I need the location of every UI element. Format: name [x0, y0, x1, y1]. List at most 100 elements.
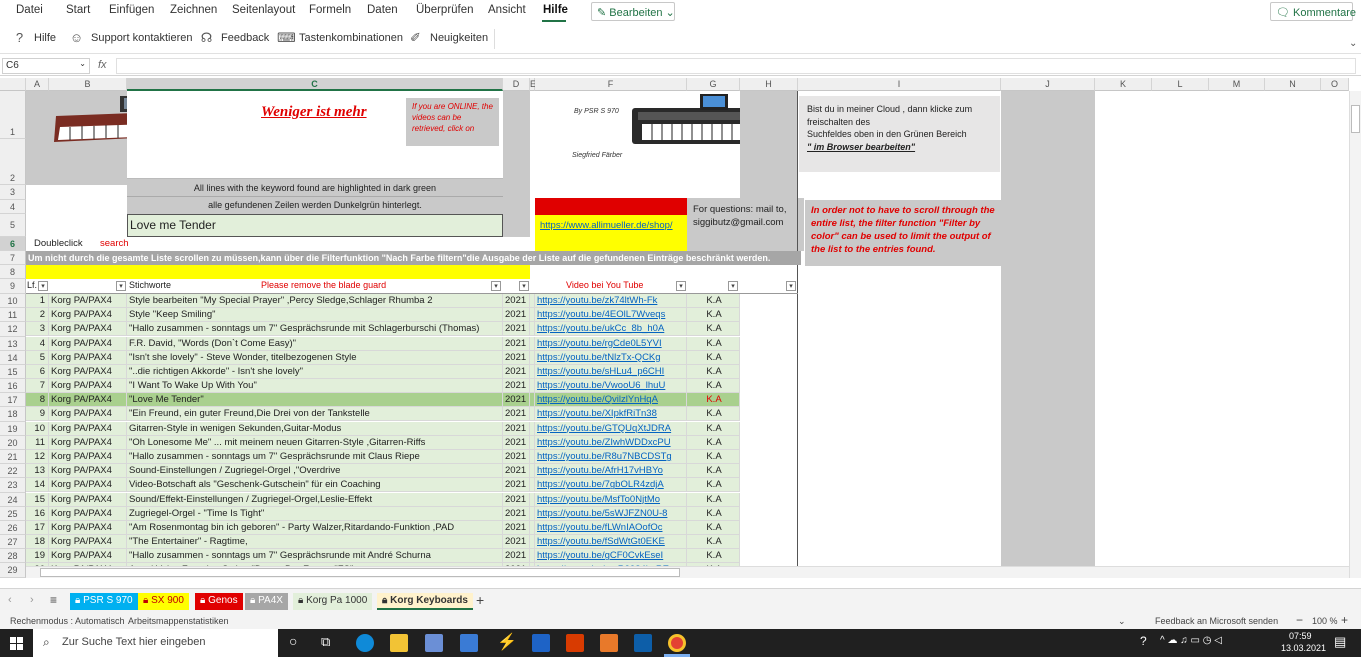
cell-ka[interactable]: K.A	[687, 449, 740, 464]
shop-link[interactable]: https://www.allimueller.de/shop/	[535, 215, 687, 237]
cell-video-link[interactable]: https://youtu.be/GTQUqXtJDRA	[535, 421, 687, 436]
row-header[interactable]: 14	[0, 350, 26, 365]
cell-year[interactable]: 2021	[503, 322, 530, 337]
row-header[interactable]: 7	[0, 251, 26, 265]
edge-icon[interactable]	[356, 634, 374, 652]
cell-year[interactable]: 2021	[503, 506, 530, 521]
menu-start[interactable]: Start	[66, 4, 90, 16]
cell-video-link[interactable]: https://youtu.be/fSdWtGt0EKE	[535, 535, 687, 550]
add-sheet-icon[interactable]: +	[476, 592, 484, 608]
cell-lf[interactable]: 19	[26, 549, 49, 564]
notifications-icon[interactable]: ▤	[1334, 634, 1346, 650]
cell-keyboard[interactable]: Korg PA/PAX4	[49, 520, 127, 535]
cell-lf[interactable]: 17	[26, 520, 49, 535]
cell-lf[interactable]: 16	[26, 506, 49, 521]
cell-year[interactable]: 2021	[503, 492, 530, 507]
filter-icon[interactable]: ▾	[38, 281, 48, 291]
cell-stichworte[interactable]: Video-Botschaft als "Geschenk-Gutschein"…	[127, 478, 503, 493]
cell-keyboard[interactable]: Korg PA/PAX4	[49, 549, 127, 564]
cell-stichworte[interactable]: Zugriegel-Orgel - "Time Is Tight"	[127, 506, 503, 521]
cell-video-link[interactable]: https://youtu.be/MsfTo0NjtMo	[535, 492, 687, 507]
column-header-l[interactable]: L	[1152, 78, 1209, 91]
app-icon[interactable]	[600, 634, 618, 652]
cell-ka[interactable]: K.A	[687, 322, 740, 337]
chevron-down-icon[interactable]: ⌄	[1118, 616, 1126, 627]
cell-year[interactable]: 2021	[503, 435, 530, 450]
row-header[interactable]: 15	[0, 364, 26, 380]
name-box[interactable]: C6 ⌄	[2, 58, 90, 74]
cell-stichworte[interactable]: Sound/Effekt-Einstellungen / Zugriegel-O…	[127, 492, 503, 507]
chevron-left-icon[interactable]: ‹	[8, 594, 12, 606]
column-header-i[interactable]: I	[798, 78, 1001, 91]
cell-ka[interactable]: K.A	[687, 407, 740, 422]
cell-ka[interactable]: K.A	[687, 478, 740, 493]
cell-ka[interactable]: K.A	[687, 506, 740, 521]
cell-year[interactable]: 2021	[503, 308, 530, 323]
cell-ka[interactable]: K.A	[687, 364, 740, 379]
row-header[interactable]: 18	[0, 407, 26, 422]
cell-keyboard[interactable]: Korg PA/PAX4	[49, 435, 127, 450]
chevron-right-icon[interactable]: ›	[30, 594, 34, 606]
cell-stichworte[interactable]: "Isn't she lovely" - Steve Wonder, titel…	[127, 350, 503, 365]
cell-year[interactable]: 2021	[503, 449, 530, 464]
filter-icon[interactable]: ▾	[519, 281, 529, 291]
cell-year[interactable]: 2021	[503, 407, 530, 422]
filter-icon[interactable]: ▾	[116, 281, 126, 291]
cell-stichworte[interactable]: Style bearbeiten "My Special Prayer" ,Pe…	[127, 294, 503, 308]
cell-keyboard[interactable]: Korg PA/PAX4	[49, 364, 127, 379]
cell-lf[interactable]: 5	[26, 350, 49, 365]
column-header-m[interactable]: M	[1209, 78, 1265, 91]
cell-video-link[interactable]: https://youtu.be/QvilzlYnHqA	[535, 393, 687, 408]
app-icon-badge[interactable]	[532, 634, 550, 652]
cell-keyboard[interactable]: Korg PA/PAX4	[49, 294, 127, 308]
row-header[interactable]: 9	[0, 279, 26, 294]
cell-stichworte[interactable]: Gitarren-Style in wenigen Sekunden,Guita…	[127, 421, 503, 436]
cell-stichworte[interactable]: "..die richtigen Akkorde" - Isn't she lo…	[127, 364, 503, 379]
cell-lf[interactable]: 14	[26, 478, 49, 493]
menu-ueberpruefen[interactable]: Überprüfen	[416, 4, 474, 16]
cell-video-link[interactable]: https://youtu.be/7gbOLR4zdjA	[535, 478, 687, 493]
column-header-d[interactable]: D	[503, 78, 530, 91]
cell-keyboard[interactable]: Korg PA/PAX4	[49, 421, 127, 436]
cell-ka[interactable]: K.A	[687, 492, 740, 507]
cell-year[interactable]: 2021	[503, 520, 530, 535]
cell-year[interactable]: 2021	[503, 350, 530, 365]
row-header[interactable]: 13	[0, 336, 26, 351]
menu-zeichnen[interactable]: Zeichnen	[170, 4, 217, 16]
cell-ka[interactable]: K.A	[687, 520, 740, 535]
powershell-icon[interactable]	[634, 634, 652, 652]
column-header-h[interactable]: H	[740, 78, 798, 91]
cell-lf[interactable]: 12	[26, 449, 49, 464]
cell-year[interactable]: 2021	[503, 549, 530, 564]
row-header[interactable]: 1	[0, 91, 26, 139]
filter-icon[interactable]: ▾	[728, 281, 738, 291]
filter-icon[interactable]: ▾	[676, 281, 686, 291]
row-header[interactable]: 4	[0, 200, 26, 214]
row-header[interactable]: 26	[0, 520, 26, 536]
ribbon-news[interactable]: Neuigkeiten	[430, 32, 488, 44]
cell-lf[interactable]: 7	[26, 379, 49, 394]
cloud-note-link[interactable]: " im Browser bearbeiten"	[807, 141, 992, 154]
tray-icons[interactable]: ^ ☁ ♫ ▭ ◷ ◁	[1160, 635, 1222, 646]
cell-keyboard[interactable]: Korg PA/PAX4	[49, 322, 127, 337]
edit-button[interactable]: ✎ Bearbeiten ⌄	[591, 2, 675, 21]
row-header[interactable]: 22	[0, 464, 26, 479]
cell-ka[interactable]: K.A	[687, 294, 740, 308]
cell-lf[interactable]: 10	[26, 421, 49, 436]
scrollbar-thumb[interactable]	[1351, 105, 1360, 133]
cell-stichworte[interactable]: Style "Keep Smiling"	[127, 308, 503, 323]
cell-year[interactable]: 2021	[503, 294, 530, 308]
tab-pa4x[interactable]: 🔒︎ PA4X	[245, 593, 288, 610]
row-header[interactable]: 2	[0, 139, 26, 185]
cell-lf[interactable]: 3	[26, 322, 49, 337]
comments-button[interactable]: 🗨 Kommentare	[1270, 2, 1356, 21]
row-header[interactable]: 3	[0, 185, 26, 200]
cell-video-link[interactable]: https://youtu.be/ukCc_8b_h0A	[535, 322, 687, 337]
row-header[interactable]: 24	[0, 492, 26, 507]
cell-video-link[interactable]: https://youtu.be/fLWnIAOofOc	[535, 520, 687, 535]
row-header[interactable]: 19	[0, 421, 26, 436]
cell-video-link[interactable]: https://youtu.be/4EOlL7Wveqs	[535, 308, 687, 323]
row-header[interactable]: 5	[0, 214, 26, 237]
tab-korg-pa-1000[interactable]: 🔒︎ Korg Pa 1000	[293, 593, 373, 610]
cell-video-link[interactable]: https://youtu.be/rgCde0L5YVI	[535, 336, 687, 351]
